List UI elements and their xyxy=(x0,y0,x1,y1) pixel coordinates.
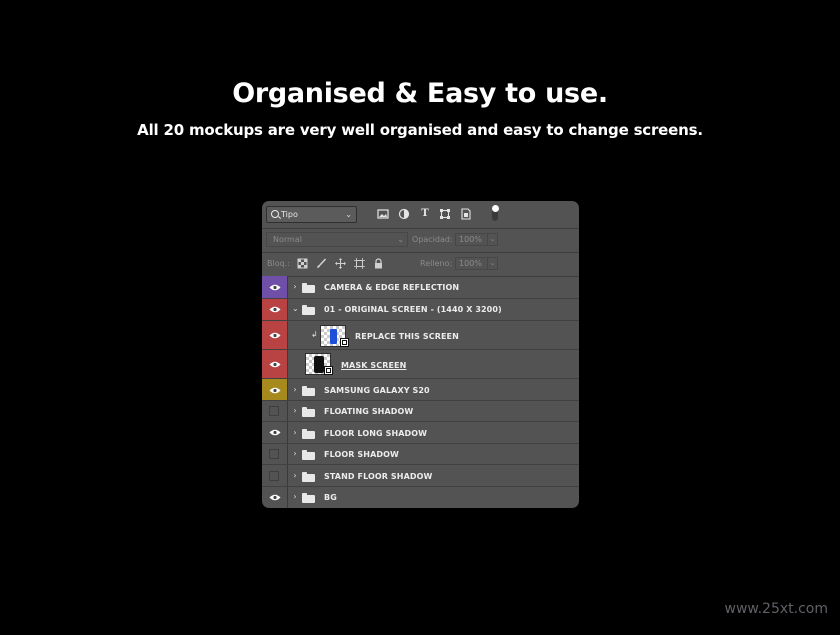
lock-label: Bloq.: xyxy=(267,259,290,268)
lock-row: Bloq.: Relleno: 100% ⌄ xyxy=(262,252,579,277)
layer-row-bg[interactable]: › BG xyxy=(262,487,579,508)
opacity-value: 100% xyxy=(459,235,482,244)
eye-icon[interactable] xyxy=(269,361,281,368)
folder-icon xyxy=(302,472,315,482)
folder-icon xyxy=(302,493,315,503)
filter-toggle-switch[interactable] xyxy=(491,205,499,221)
chevron-right-icon[interactable]: › xyxy=(292,428,298,437)
search-icon xyxy=(271,210,279,218)
visibility-toggle[interactable] xyxy=(269,471,279,481)
lock-artboard-icon[interactable] xyxy=(354,258,365,269)
fill-value: 100% xyxy=(459,259,482,268)
layer-row-floating-shadow[interactable]: › FLOATING SHADOW xyxy=(262,401,579,422)
clipping-mask-icon: ↲ xyxy=(311,330,318,339)
chevron-right-icon[interactable]: › xyxy=(292,471,298,480)
chevron-down-icon: ⌄ xyxy=(345,210,352,219)
adjustment-filter-icon[interactable] xyxy=(398,208,410,220)
smart-object-icon xyxy=(324,366,333,375)
layer-name[interactable]: BG xyxy=(324,493,337,502)
layer-color-tag[interactable] xyxy=(262,465,288,486)
smart-object-icon xyxy=(340,338,349,347)
fill-label: Relleno: xyxy=(420,259,453,268)
folder-open-icon xyxy=(302,305,315,315)
layer-name[interactable]: MASK SCREEN xyxy=(341,361,406,370)
lock-all-icon[interactable] xyxy=(373,258,384,269)
eye-icon[interactable] xyxy=(269,332,281,339)
chevron-down-icon[interactable]: ⌄ xyxy=(487,233,498,246)
lock-transparent-icon[interactable] xyxy=(297,258,308,269)
subheadline: All 20 mockups are very well organised a… xyxy=(137,121,703,139)
layer-name[interactable]: CAMERA & EDGE REFLECTION xyxy=(324,283,459,292)
folder-icon xyxy=(302,283,315,293)
layer-row-original-screen[interactable]: ⌄ 01 - ORIGINAL SCREEN - (1440 X 3200) xyxy=(262,299,579,321)
eye-icon[interactable] xyxy=(269,429,281,436)
blend-mode-value: Normal xyxy=(273,235,302,244)
visibility-toggle[interactable] xyxy=(269,449,279,459)
eye-icon[interactable] xyxy=(269,494,281,501)
chevron-right-icon[interactable]: › xyxy=(292,282,298,291)
folder-icon xyxy=(302,429,315,439)
opacity-label: Opacidad: xyxy=(412,235,453,244)
lock-position-icon[interactable] xyxy=(335,258,346,269)
layer-name[interactable]: 01 - ORIGINAL SCREEN - (1440 X 3200) xyxy=(324,305,502,314)
folder-icon xyxy=(302,407,315,417)
filter-kind-select[interactable]: Tipo ⌄ xyxy=(266,206,357,223)
layer-color-tag[interactable] xyxy=(262,276,288,298)
image-filter-icon[interactable] xyxy=(377,208,389,220)
layer-color-tag[interactable] xyxy=(262,321,288,349)
layer-name[interactable]: STAND FLOOR SHADOW xyxy=(324,472,432,481)
eye-icon[interactable] xyxy=(269,387,281,394)
layer-row-camera-edge-reflection[interactable]: › CAMERA & EDGE REFLECTION xyxy=(262,276,579,299)
chevron-right-icon[interactable]: › xyxy=(292,406,298,415)
headline: Organised & Easy to use. xyxy=(232,78,608,109)
eye-icon[interactable] xyxy=(269,306,281,313)
type-filter-icon[interactable]: T xyxy=(419,208,431,220)
shape-filter-icon[interactable] xyxy=(439,208,451,220)
folder-icon xyxy=(302,450,315,460)
layer-color-tag[interactable] xyxy=(262,401,288,421)
layer-row-replace-screen[interactable]: ↲ REPLACE THIS SCREEN xyxy=(262,321,579,350)
layers-panel: Tipo ⌄ T Normal ⌄ Opacidad: 100% ⌄ Bloq.… xyxy=(262,201,579,508)
layer-name[interactable]: FLOOR LONG SHADOW xyxy=(324,429,427,438)
layer-row-floor-long-shadow[interactable]: › FLOOR LONG SHADOW xyxy=(262,422,579,444)
layers-filter-toolbar: Tipo ⌄ T xyxy=(262,201,579,229)
filter-kind-value: Tipo xyxy=(281,210,298,219)
folder-icon xyxy=(302,386,315,396)
layer-name[interactable]: FLOATING SHADOW xyxy=(324,407,413,416)
lock-image-icon[interactable] xyxy=(316,258,327,269)
opacity-field[interactable]: 100% ⌄ xyxy=(455,233,498,246)
layer-row-floor-shadow[interactable]: › FLOOR SHADOW xyxy=(262,444,579,465)
blend-mode-select[interactable]: Normal ⌄ xyxy=(266,232,408,247)
watermark: www.25xt.com xyxy=(724,601,828,617)
layer-color-tag[interactable] xyxy=(262,487,288,508)
chevron-down-icon[interactable]: ⌄ xyxy=(487,257,498,270)
chevron-right-icon[interactable]: › xyxy=(292,385,298,394)
layer-name[interactable]: SAMSUNG GALAXY S20 xyxy=(324,386,430,395)
chevron-down-icon[interactable]: ⌄ xyxy=(292,304,299,313)
chevron-right-icon[interactable]: › xyxy=(292,492,298,501)
layer-row-samsung-galaxy[interactable]: › SAMSUNG GALAXY S20 xyxy=(262,379,579,401)
chevron-down-icon: ⌄ xyxy=(397,235,404,244)
visibility-toggle[interactable] xyxy=(269,406,279,416)
layer-name[interactable]: REPLACE THIS SCREEN xyxy=(355,332,459,341)
layer-color-tag[interactable] xyxy=(262,350,288,378)
layer-color-tag[interactable] xyxy=(262,422,288,443)
layer-row-stand-floor-shadow[interactable]: › STAND FLOOR SHADOW xyxy=(262,465,579,487)
fill-field[interactable]: 100% ⌄ xyxy=(455,257,498,270)
layer-name[interactable]: FLOOR SHADOW xyxy=(324,450,399,459)
layer-color-tag[interactable] xyxy=(262,379,288,400)
layer-color-tag[interactable] xyxy=(262,444,288,464)
blend-row: Normal ⌄ Opacidad: 100% ⌄ xyxy=(262,228,579,253)
eye-icon[interactable] xyxy=(269,284,281,291)
layer-color-tag[interactable] xyxy=(262,299,288,320)
smart-object-filter-icon[interactable] xyxy=(460,208,472,220)
chevron-right-icon[interactable]: › xyxy=(292,449,298,458)
layer-row-mask-screen[interactable]: MASK SCREEN xyxy=(262,350,579,379)
